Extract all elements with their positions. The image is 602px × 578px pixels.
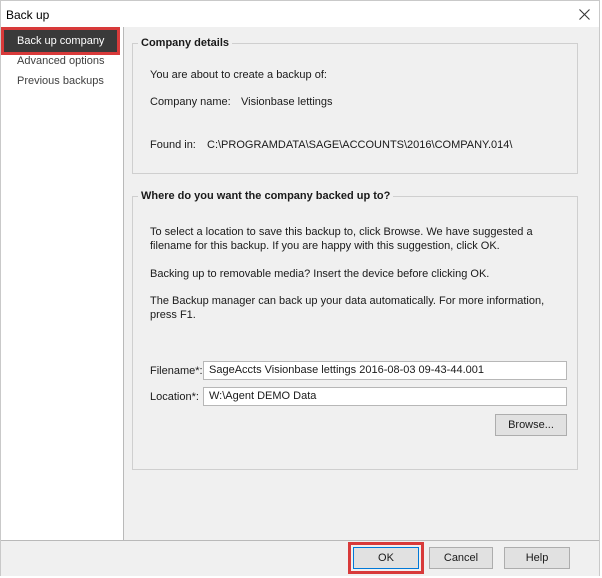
title-bar: Back up (1, 1, 599, 27)
backup-destination-heading: Where do you want the company backed up … (141, 190, 391, 202)
sidebar-item-previous-backups[interactable]: Previous backups (17, 75, 104, 87)
browse-button[interactable]: Browse... (495, 414, 567, 436)
backup-intro-text: You are about to create a backup of: (150, 69, 327, 81)
found-in-path: C:\PROGRAMDATA\SAGE\ACCOUNTS\2016\COMPAN… (207, 139, 513, 151)
close-icon (578, 8, 590, 20)
main-panel: Company details You are about to create … (124, 27, 599, 540)
removable-media-text: Backing up to removable media? Insert th… (150, 268, 490, 280)
location-label: Location*: (150, 391, 199, 403)
company-details-group: Company details You are about to create … (132, 37, 578, 174)
company-details-heading: Company details (141, 37, 230, 49)
help-button[interactable]: Help (504, 547, 570, 569)
backup-destination-group: Where do you want the company backed up … (132, 190, 578, 470)
company-name-label: Company name: (150, 96, 231, 108)
window-title: Back up (6, 8, 50, 22)
sidebar-item-back-up-company[interactable]: Back up company (1, 27, 120, 55)
cancel-button[interactable]: Cancel (429, 547, 493, 569)
backup-dialog: Back up Back up company Advanced options… (0, 0, 600, 576)
found-in-label: Found in: (150, 139, 196, 151)
backup-manager-text: The Backup manager can back up your data… (150, 295, 545, 321)
filename-label: Filename*: (150, 365, 203, 377)
close-button[interactable] (575, 5, 593, 23)
sidebar-nav: Back up company Advanced options Previou… (1, 27, 124, 540)
company-name-value: Visionbase lettings (241, 96, 333, 108)
browse-instructions-text: To select a location to save this backup… (150, 226, 533, 252)
filename-input[interactable]: SageAccts Visionbase lettings 2016-08-03… (203, 361, 567, 380)
ok-button[interactable]: OK (348, 542, 424, 574)
dialog-footer: OK Cancel Help (1, 540, 599, 576)
sidebar-item-advanced-options[interactable]: Advanced options (17, 55, 104, 67)
location-input[interactable]: W:\Agent DEMO Data (203, 387, 567, 406)
